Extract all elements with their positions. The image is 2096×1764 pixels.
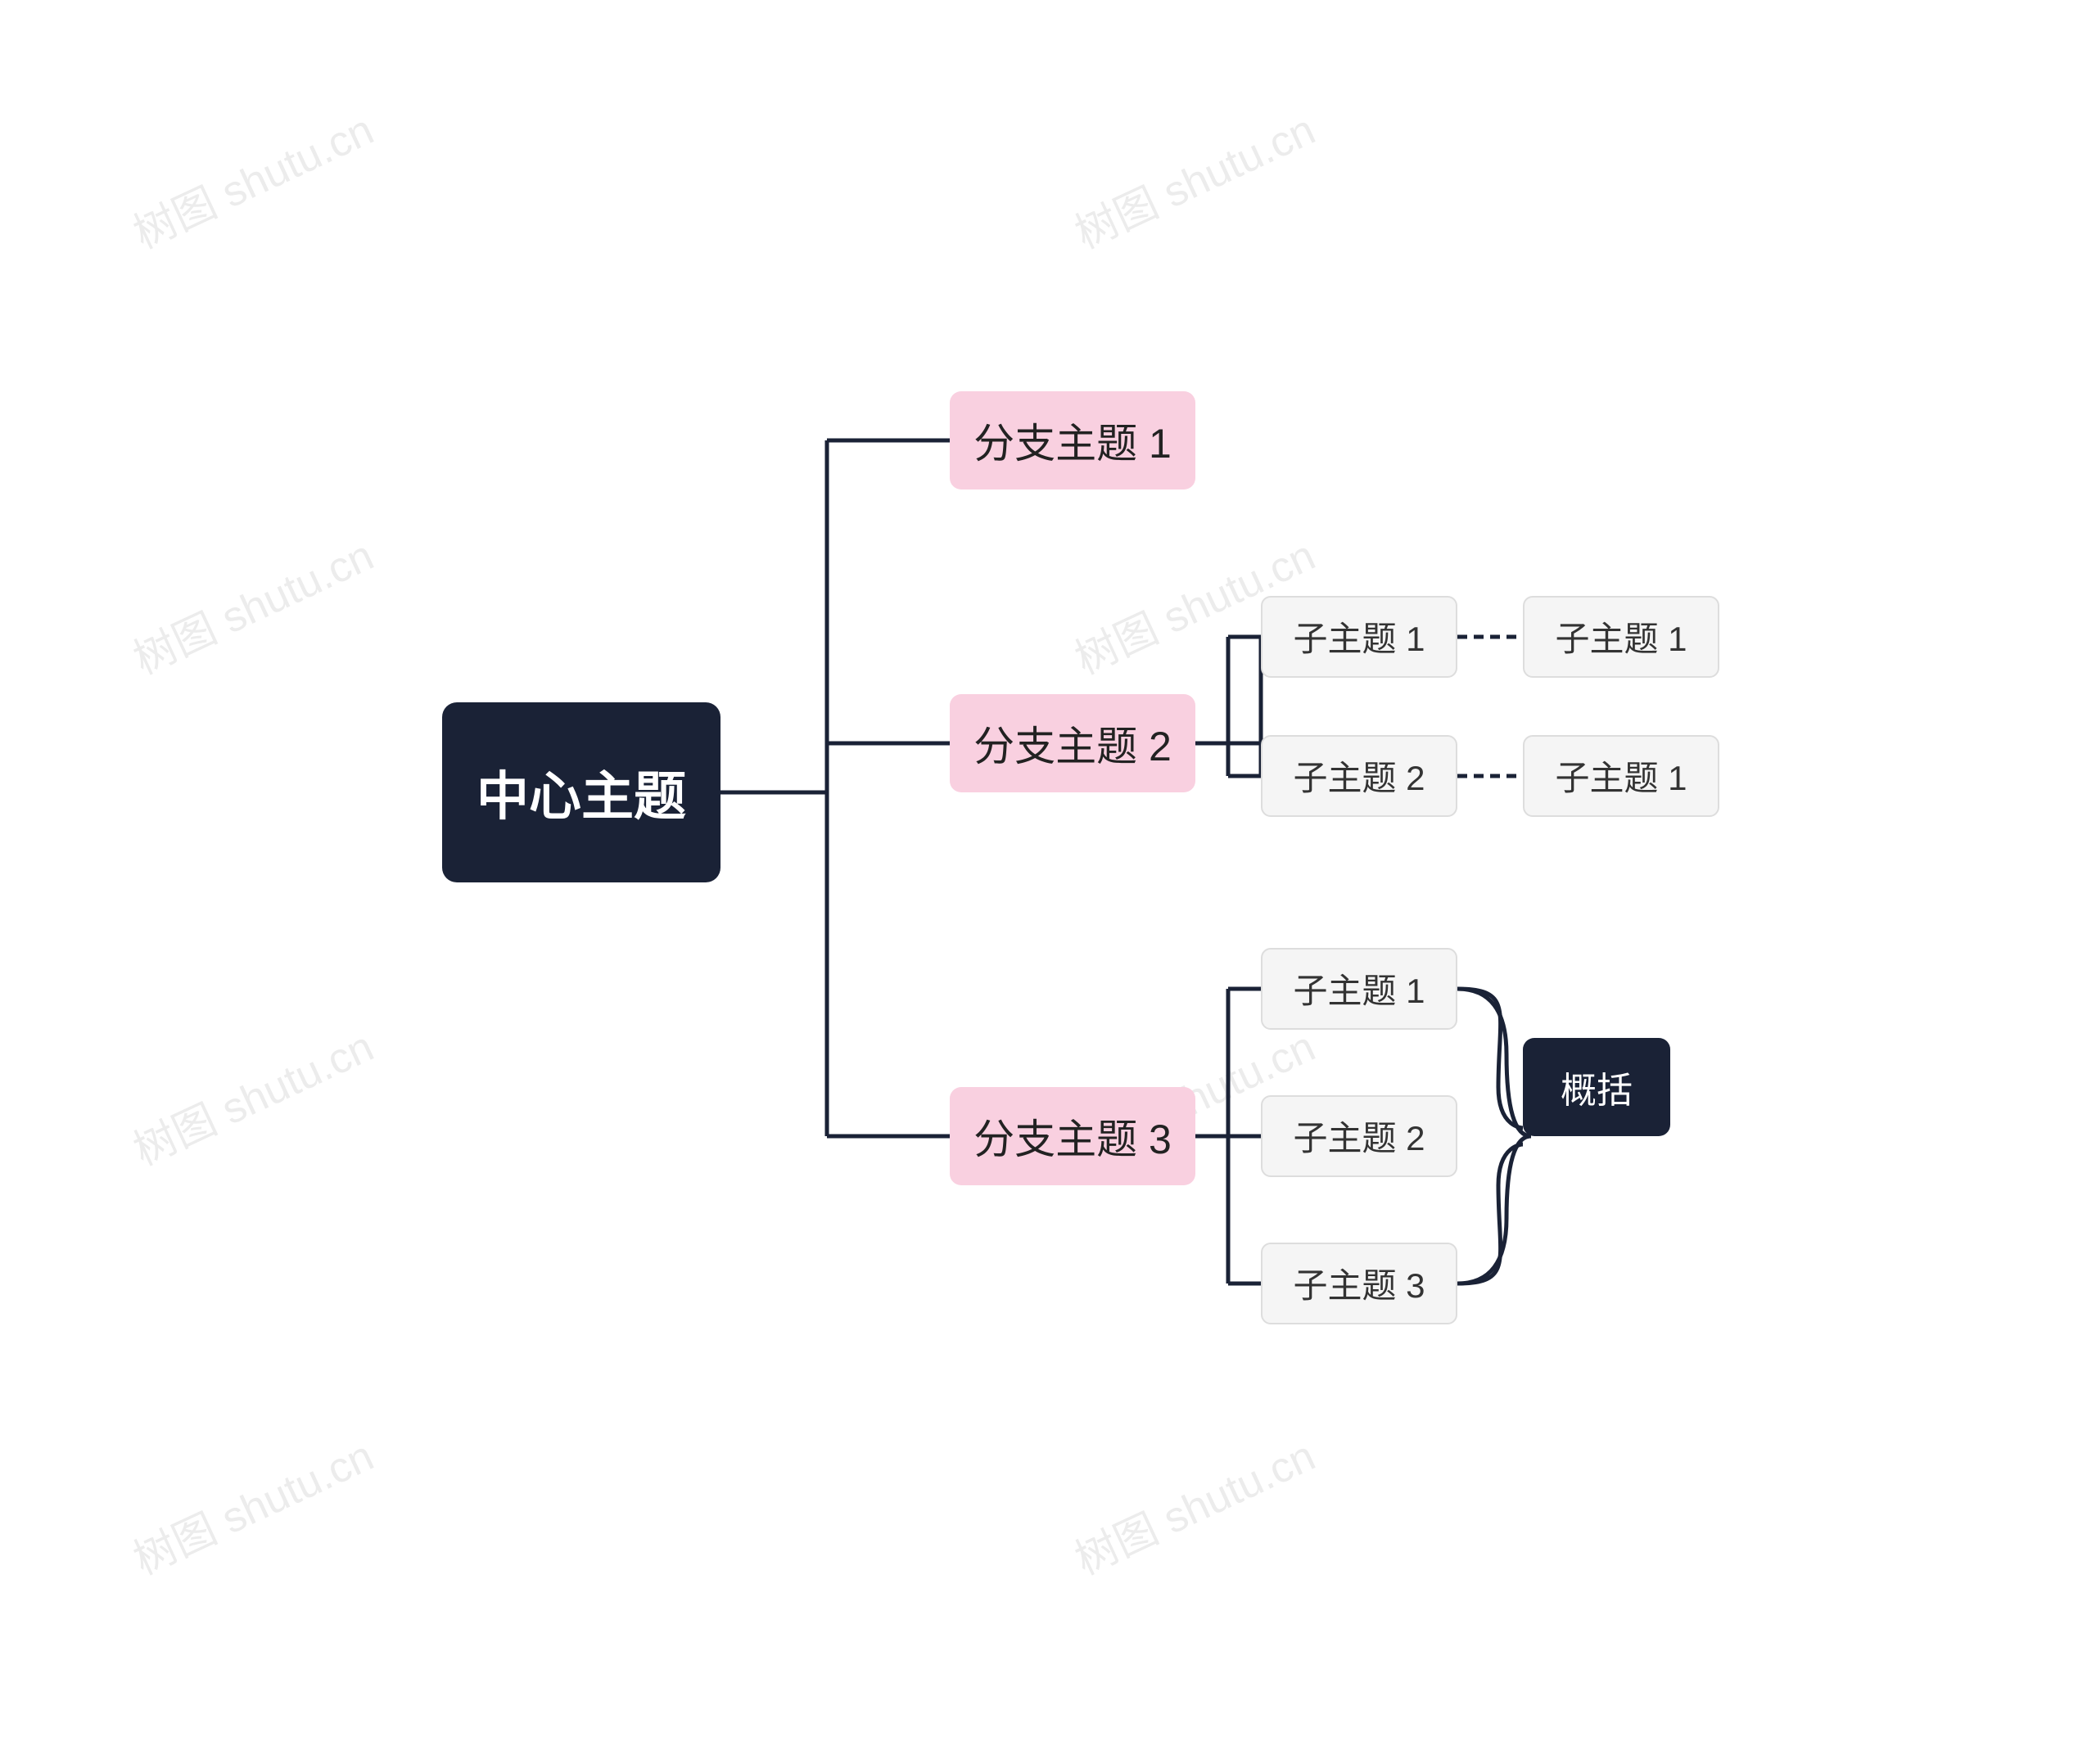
branch3-label: 分支主题 3 [973, 1107, 1172, 1166]
branch2-label: 分支主题 2 [973, 714, 1172, 773]
watermark-5: 树图 shutu.cn [122, 1013, 382, 1177]
subsub2-1-node[interactable]: 子主题 1 [1523, 596, 1719, 678]
sub3-2-label: 子主题 2 [1293, 1111, 1425, 1161]
summary-node[interactable]: 概括 [1523, 1038, 1670, 1136]
subsub2-1-label: 子主题 1 [1555, 611, 1687, 661]
watermark-1: 树图 shutu.cn [122, 96, 382, 260]
branch1-label: 分支主题 1 [973, 411, 1172, 470]
sub2-2-label: 子主题 2 [1293, 751, 1425, 801]
branch2-node[interactable]: 分支主题 2 [950, 694, 1195, 792]
subsub2-2-label: 子主题 1 [1555, 751, 1687, 801]
subsub2-2-node[interactable]: 子主题 1 [1523, 735, 1719, 817]
summary-label: 概括 [1561, 1061, 1633, 1113]
sub2-1-node[interactable]: 子主题 1 [1261, 596, 1457, 678]
sub3-3-node[interactable]: 子主题 3 [1261, 1243, 1457, 1324]
sub3-3-label: 子主题 3 [1293, 1258, 1425, 1308]
branch1-node[interactable]: 分支主题 1 [950, 391, 1195, 489]
center-node-label: 中心主题 [477, 755, 686, 830]
sub3-2-node[interactable]: 子主题 2 [1261, 1095, 1457, 1177]
branch3-node[interactable]: 分支主题 3 [950, 1087, 1195, 1185]
watermark-3: 树图 shutu.cn [122, 521, 382, 686]
sub2-2-node[interactable]: 子主题 2 [1261, 735, 1457, 817]
sub2-1-label: 子主题 1 [1293, 611, 1425, 661]
sub3-1-node[interactable]: 子主题 1 [1261, 948, 1457, 1030]
mind-map-diagram: 中心主题 分支主题 1 分支主题 2 分支主题 3 子主题 1 子主题 2 子主… [393, 228, 1703, 1537]
center-node[interactable]: 中心主题 [442, 702, 720, 882]
sub3-1-label: 子主题 1 [1293, 963, 1425, 1013]
watermark-7: 树图 shutu.cn [122, 1422, 382, 1586]
